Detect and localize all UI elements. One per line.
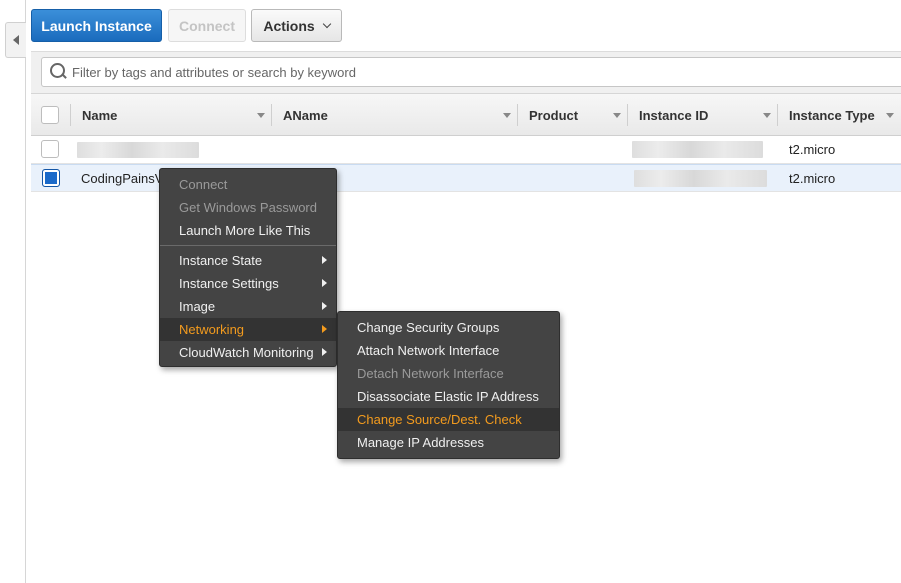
chevron-down-icon	[322, 19, 331, 28]
select-all-checkbox[interactable]	[41, 106, 59, 124]
menu-item-change-source-dest-check[interactable]: Change Source/Dest. Check	[338, 408, 559, 431]
table-row[interactable]: t2.micro	[31, 136, 901, 164]
sort-caret-icon[interactable]	[763, 113, 771, 118]
actions-dropdown-button[interactable]: Actions	[251, 9, 342, 42]
launch-instance-button[interactable]: Launch Instance	[31, 9, 162, 42]
menu-item-change-security-groups[interactable]: Change Security Groups	[338, 316, 559, 339]
search-input[interactable]	[72, 64, 872, 80]
menu-item-label: Instance Settings	[179, 276, 279, 291]
column-header-name[interactable]: Name	[82, 94, 117, 136]
menu-item-launch-more-like-this[interactable]: Launch More Like This	[160, 219, 336, 242]
menu-item-label: Instance State	[179, 253, 263, 268]
menu-item-label: Networking	[179, 322, 245, 337]
networking-submenu: Change Security Groups Attach Network In…	[337, 311, 560, 459]
submenu-arrow-icon	[322, 348, 327, 356]
submenu-arrow-icon	[322, 256, 327, 264]
ec2-instances-page: Launch Instance Connect Actions Name ANa…	[0, 0, 901, 583]
row-checkbox-checked[interactable]	[42, 169, 60, 187]
instance-type-cell: t2.micro	[789, 171, 836, 186]
column-divider	[627, 104, 628, 126]
menu-item-label: CloudWatch Monitoring	[179, 345, 314, 360]
side-panel-strip	[0, 0, 26, 583]
column-divider	[70, 104, 71, 126]
menu-item-manage-ip-addresses[interactable]: Manage IP Addresses	[338, 431, 559, 454]
row-checkbox[interactable]	[41, 140, 59, 158]
menu-item-instance-settings[interactable]: Instance Settings	[160, 272, 336, 295]
instance-name-cell: CodingPainsV	[81, 171, 164, 186]
menu-item-disassociate-elastic-ip[interactable]: Disassociate Elastic IP Address	[338, 385, 559, 408]
column-header-aname[interactable]: AName	[283, 94, 328, 136]
column-divider	[777, 104, 778, 126]
column-header-instance-id[interactable]: Instance ID	[639, 94, 708, 136]
menu-item-image[interactable]: Image	[160, 295, 336, 318]
column-header-instance-type[interactable]: Instance Type	[789, 94, 875, 136]
menu-item-cloudwatch-monitoring[interactable]: CloudWatch Monitoring	[160, 341, 336, 364]
column-divider	[271, 104, 272, 126]
instance-context-menu: Connect Get Windows Password Launch More…	[159, 168, 337, 367]
menu-item-connect[interactable]: Connect	[160, 173, 336, 196]
menu-item-networking[interactable]: Networking	[160, 318, 336, 341]
sort-caret-icon[interactable]	[257, 113, 265, 118]
menu-item-attach-network-interface[interactable]: Attach Network Interface	[338, 339, 559, 362]
filter-bar	[31, 51, 901, 93]
redacted-instance-id	[632, 141, 763, 158]
filter-box	[41, 57, 901, 87]
search-icon	[50, 63, 68, 81]
menu-item-get-windows-password[interactable]: Get Windows Password	[160, 196, 336, 219]
menu-item-instance-state[interactable]: Instance State	[160, 249, 336, 272]
connect-button[interactable]: Connect	[168, 9, 246, 42]
sort-caret-icon[interactable]	[503, 113, 511, 118]
redacted-instance-id	[634, 170, 767, 187]
sort-caret-icon[interactable]	[886, 113, 894, 118]
menu-item-detach-network-interface[interactable]: Detach Network Interface	[338, 362, 559, 385]
menu-item-label: Image	[179, 299, 216, 314]
actions-label: Actions	[263, 17, 315, 34]
column-header-product[interactable]: Product	[529, 94, 578, 136]
submenu-arrow-icon	[322, 302, 327, 310]
sort-caret-icon[interactable]	[613, 113, 621, 118]
table-header: Name AName Product Instance ID Instance …	[31, 93, 901, 136]
column-divider	[517, 104, 518, 126]
collapse-sidebar-toggle[interactable]	[5, 22, 26, 58]
submenu-arrow-icon	[322, 325, 327, 333]
menu-divider	[160, 245, 336, 246]
instance-type-cell: t2.micro	[789, 142, 836, 157]
submenu-arrow-icon	[322, 279, 327, 287]
redacted-name	[77, 142, 199, 158]
